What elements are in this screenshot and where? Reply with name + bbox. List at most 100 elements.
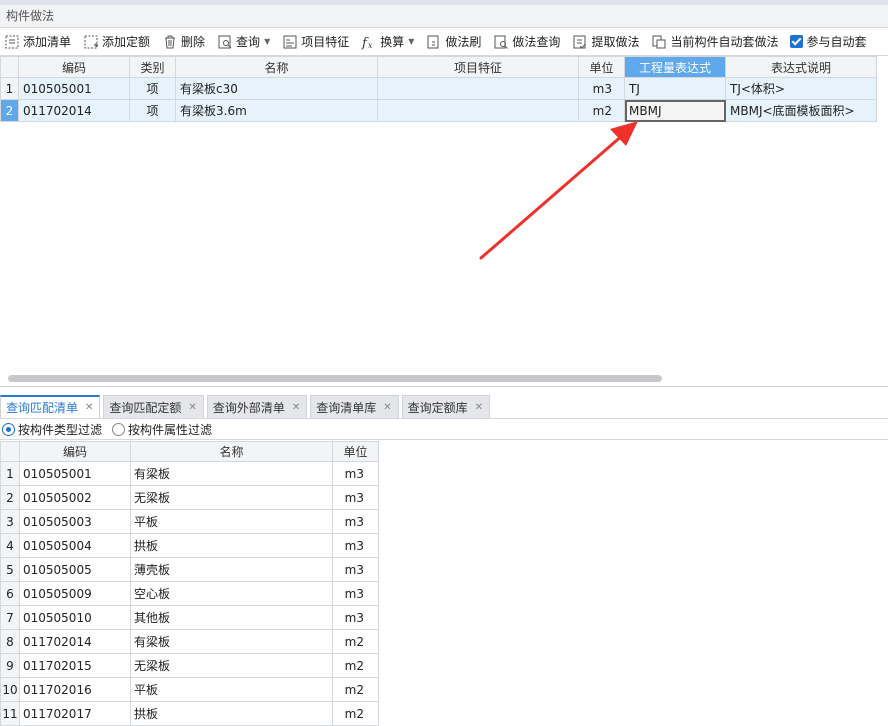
method-brush-button[interactable]: 做法刷 (422, 30, 485, 54)
row-number[interactable]: 7 (0, 605, 20, 630)
name-cell[interactable]: 平板 (130, 677, 333, 702)
close-icon[interactable]: ✕ (475, 402, 483, 413)
close-icon[interactable]: ✕ (85, 402, 93, 413)
column-header[interactable]: 编码 (19, 441, 131, 462)
column-header[interactable]: 单位 (578, 56, 625, 78)
table-row[interactable]: 2 010505002 无梁板 m3 (0, 485, 379, 510)
delete-button[interactable]: 删除 (158, 30, 209, 54)
row-number[interactable]: 2 (0, 485, 20, 510)
code-cell[interactable]: 010505001 (18, 77, 130, 100)
filter-by-attr-radio[interactable]: 按构件属性过滤 (112, 421, 212, 438)
table-row[interactable]: 11 011702017 拱板 m2 (0, 701, 379, 726)
unit-cell[interactable]: m3 (332, 605, 379, 630)
code-cell[interactable]: 010505010 (19, 605, 131, 630)
name-cell[interactable]: 拱板 (130, 533, 333, 558)
participate-auto-checkbox[interactable]: 参与自动套 (786, 30, 870, 54)
unit-cell[interactable]: m3 (332, 581, 379, 606)
row-number[interactable]: 8 (0, 629, 20, 654)
unit-cell[interactable]: m3 (578, 77, 625, 100)
convert-button[interactable]: fx 换算 ▼ (357, 30, 418, 54)
column-header[interactable]: 编码 (18, 56, 130, 78)
filter-by-type-radio[interactable]: 按构件类型过滤 (2, 421, 102, 438)
expression-cell-editing[interactable]: MBMJ (624, 99, 726, 122)
code-cell[interactable]: 010505003 (19, 509, 131, 534)
table-row[interactable]: 1 010505001 项 有梁板c30 m3 TJ TJ<体积> (0, 77, 877, 100)
column-header[interactable]: 表达式说明 (725, 56, 877, 78)
table-row[interactable]: 8 011702014 有梁板 m2 (0, 629, 379, 654)
column-header[interactable]: 名称 (175, 56, 378, 78)
code-cell[interactable]: 011702014 (18, 99, 130, 122)
unit-cell[interactable]: m3 (332, 509, 379, 534)
unit-cell[interactable]: m3 (332, 461, 379, 486)
row-number[interactable]: 2 (0, 99, 19, 122)
row-number[interactable]: 1 (0, 77, 19, 100)
close-icon[interactable]: ✕ (383, 402, 391, 413)
code-cell[interactable]: 010505004 (19, 533, 131, 558)
column-header[interactable]: 项目特征 (377, 56, 579, 78)
tab-query-list-library[interactable]: 查询清单库 ✕ (310, 395, 399, 418)
unit-cell[interactable]: m2 (332, 701, 379, 726)
column-header[interactable]: 类别 (129, 56, 176, 78)
pane-divider[interactable] (0, 386, 888, 387)
code-cell[interactable]: 011702016 (19, 677, 131, 702)
row-number[interactable]: 3 (0, 509, 20, 534)
radio-unselected-icon[interactable] (112, 423, 126, 436)
row-number[interactable]: 4 (0, 533, 20, 558)
extract-method-button[interactable]: 提取做法 (568, 30, 643, 54)
unit-cell[interactable]: m3 (332, 557, 379, 582)
chevron-down-icon[interactable]: ▼ (408, 37, 414, 46)
code-cell[interactable]: 010505009 (19, 581, 131, 606)
unit-cell[interactable]: m3 (332, 533, 379, 558)
name-cell[interactable]: 空心板 (130, 581, 333, 606)
table-row[interactable]: 5 010505005 薄壳板 m3 (0, 557, 379, 582)
name-cell[interactable]: 无梁板 (130, 485, 333, 510)
code-cell[interactable]: 011702015 (19, 653, 131, 678)
expression-desc-cell[interactable]: MBMJ<底面模板面积> (725, 99, 877, 122)
type-cell[interactable]: 项 (129, 77, 176, 100)
code-cell[interactable]: 010505005 (19, 557, 131, 582)
feature-cell[interactable] (377, 77, 579, 100)
feature-cell[interactable] (377, 99, 579, 122)
unit-cell[interactable]: m2 (332, 677, 379, 702)
auto-method-button[interactable]: 当前构件自动套做法 (647, 30, 782, 54)
row-number[interactable]: 5 (0, 557, 20, 582)
item-feature-button[interactable]: 项目特征 (278, 30, 353, 54)
add-quota-button[interactable]: 添加定额 (79, 30, 154, 54)
type-cell[interactable]: 项 (129, 99, 176, 122)
close-icon[interactable]: ✕ (188, 402, 196, 413)
name-cell[interactable]: 有梁板c30 (175, 77, 378, 100)
name-cell[interactable]: 其他板 (130, 605, 333, 630)
checkbox-checked-icon[interactable] (790, 35, 804, 48)
table-row[interactable]: 3 010505003 平板 m3 (0, 509, 379, 534)
name-cell[interactable]: 有梁板 (130, 629, 333, 654)
column-header[interactable]: 名称 (130, 441, 333, 462)
tab-query-quota-library[interactable]: 查询定额库 ✕ (401, 395, 491, 418)
table-row[interactable]: 2 011702014 项 有梁板3.6m m2 MBMJ MBMJ<底面模板面… (0, 99, 877, 122)
add-list-button[interactable]: 添加清单 (0, 30, 75, 54)
unit-cell[interactable]: m2 (578, 99, 625, 122)
code-cell[interactable]: 010505001 (19, 461, 131, 486)
table-row[interactable]: 10 011702016 平板 m2 (0, 677, 379, 702)
unit-cell[interactable]: m2 (332, 653, 379, 678)
row-number[interactable]: 11 (0, 701, 20, 726)
close-icon[interactable]: ✕ (292, 402, 300, 413)
name-cell[interactable]: 拱板 (130, 701, 333, 726)
method-query-button[interactable]: 做法查询 (489, 30, 564, 54)
table-row[interactable]: 7 010505010 其他板 m3 (0, 605, 379, 630)
name-cell[interactable]: 薄壳板 (130, 557, 333, 582)
row-number[interactable]: 1 (0, 461, 20, 486)
code-cell[interactable]: 011702014 (19, 629, 131, 654)
unit-cell[interactable]: m2 (332, 629, 379, 654)
row-number[interactable]: 10 (0, 677, 20, 702)
radio-selected-icon[interactable] (2, 423, 15, 436)
name-cell[interactable]: 无梁板 (130, 653, 333, 678)
tab-query-match-quota[interactable]: 查询匹配定额 ✕ (103, 395, 204, 418)
expression-cell[interactable]: TJ (624, 77, 726, 100)
name-cell[interactable]: 有梁板3.6m (175, 99, 378, 122)
name-cell[interactable]: 有梁板 (130, 461, 333, 486)
query-button[interactable]: 查询 ▼ (213, 30, 274, 54)
code-cell[interactable]: 010505002 (19, 485, 131, 510)
expression-desc-cell[interactable]: TJ<体积> (725, 77, 877, 100)
name-cell[interactable]: 平板 (130, 509, 333, 534)
row-number[interactable]: 6 (0, 581, 20, 606)
